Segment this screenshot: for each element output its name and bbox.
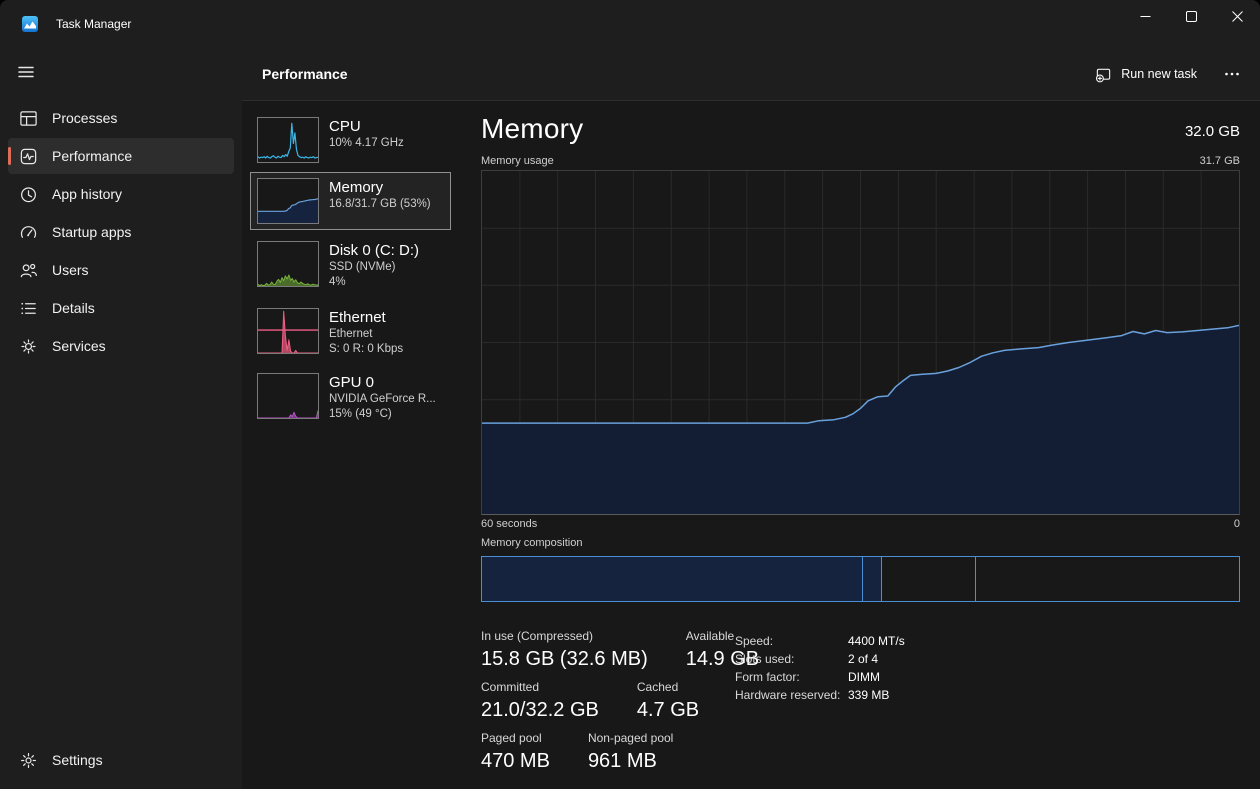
perf-item-ethernet[interactable]: Ethernet Ethernet S: 0 R: 0 Kbps bbox=[257, 308, 403, 357]
stat-cached: Cached 4.7 GB bbox=[636, 680, 700, 721]
header-actions: Run new task bbox=[1084, 48, 1252, 100]
memory-detail-pane: Memory 32.0 GB Memory usage 31.7 GB 60 s… bbox=[481, 101, 1240, 789]
stat-in-use: In use (Compressed) 15.8 GB (32.6 MB) bbox=[481, 629, 648, 670]
sidebar-item-processes[interactable]: Processes bbox=[8, 100, 234, 136]
perf-item-subtitle: NVIDIA GeForce R... bbox=[329, 393, 436, 405]
ellipsis-icon bbox=[1225, 72, 1239, 76]
performance-icon bbox=[18, 146, 38, 166]
perf-item-subtitle: SSD (NVMe) bbox=[329, 261, 396, 273]
page-header: Performance Run new task bbox=[242, 48, 1260, 101]
sidebar-item-services[interactable]: Services bbox=[8, 328, 234, 364]
sidebar-item-label: Settings bbox=[52, 752, 103, 768]
sidebar-item-label: Performance bbox=[52, 148, 133, 164]
users-icon bbox=[18, 260, 38, 280]
composition-segment bbox=[882, 557, 976, 601]
maximize-button[interactable] bbox=[1168, 0, 1214, 32]
cpu-mini-chart bbox=[257, 117, 319, 163]
detail-hardware-reserved: Hardware reserved: 339 MB bbox=[735, 688, 890, 702]
gpu-mini-chart bbox=[257, 373, 319, 419]
perf-item-title: Memory bbox=[329, 179, 384, 196]
perf-item-title: GPU 0 bbox=[329, 374, 375, 391]
perf-item-cpu[interactable]: CPU 10% 4.17 GHz bbox=[257, 117, 404, 163]
memory-stats: In use (Compressed) 15.8 GB (32.6 MB) Av… bbox=[481, 629, 759, 782]
composition-segment bbox=[862, 557, 882, 601]
composition-segment bbox=[976, 557, 1239, 601]
window-title: Task Manager bbox=[56, 17, 132, 31]
perf-item-subtitle: 10% 4.17 GHz bbox=[329, 137, 404, 149]
time-span-label: 60 seconds bbox=[481, 518, 538, 530]
perf-item-title: CPU bbox=[329, 118, 361, 135]
sidebar-item-label: Users bbox=[52, 262, 89, 278]
left-sidebar: Processes Performance App history Startu… bbox=[0, 48, 242, 789]
processes-icon bbox=[18, 108, 38, 128]
composition-segment bbox=[482, 557, 863, 601]
memory-mini-chart bbox=[257, 178, 319, 224]
memory-composition-label: Memory composition bbox=[481, 537, 583, 549]
sidebar-item-settings[interactable]: Settings bbox=[8, 742, 234, 778]
details-icon bbox=[18, 298, 38, 318]
perf-item-title: Disk 0 (C: D:) bbox=[329, 242, 419, 259]
task-manager-window: Task Manager Processes Performance App h… bbox=[0, 0, 1260, 789]
close-button[interactable] bbox=[1214, 0, 1260, 32]
perf-item-subtitle: S: 0 R: 0 Kbps bbox=[329, 343, 404, 355]
window-controls bbox=[1122, 0, 1260, 32]
stat-paged-pool: Paged pool 470 MB bbox=[481, 731, 550, 772]
memory-usage-chart bbox=[481, 170, 1240, 515]
detail-form-factor: Form factor: DIMM bbox=[735, 670, 880, 684]
perf-item-title: Ethernet bbox=[329, 309, 386, 326]
run-new-task-button[interactable]: Run new task bbox=[1084, 59, 1208, 90]
stat-committed: Committed 21.0/32.2 GB bbox=[481, 680, 599, 721]
task-manager-app-icon bbox=[22, 16, 38, 32]
memory-usage-label: Memory usage bbox=[481, 155, 554, 167]
memory-hardware-details: Speed: 4400 MT/s Slots used: 2 of 4 Form… bbox=[735, 632, 905, 704]
perf-item-subtitle: 16.8/31.7 GB (53%) bbox=[329, 198, 431, 210]
sidebar-item-label: Processes bbox=[52, 110, 118, 126]
sidebar-item-details[interactable]: Details bbox=[8, 290, 234, 326]
selected-accent-bar bbox=[8, 147, 11, 165]
perf-item-disk[interactable]: Disk 0 (C: D:) SSD (NVMe) 4% bbox=[257, 241, 419, 290]
run-new-task-icon bbox=[1096, 68, 1111, 82]
run-new-task-label: Run new task bbox=[1121, 67, 1197, 81]
sidebar-item-users[interactable]: Users bbox=[8, 252, 234, 288]
titlebar: Task Manager bbox=[0, 0, 1260, 48]
services-icon bbox=[18, 336, 38, 356]
perf-item-subtitle: 4% bbox=[329, 276, 346, 288]
ethernet-mini-chart bbox=[257, 308, 319, 354]
sidebar-item-label: Services bbox=[52, 338, 106, 354]
time-end-label: 0 bbox=[1233, 518, 1240, 530]
nav-menu-button[interactable] bbox=[16, 62, 36, 82]
memory-title: Memory bbox=[481, 113, 584, 144]
perf-item-gpu[interactable]: GPU 0 NVIDIA GeForce R... 15% (49 °C) bbox=[257, 373, 436, 422]
perf-item-subtitle: Ethernet bbox=[329, 328, 373, 340]
performance-content: CPU 10% 4.17 GHz Memory 16.8/31.7 GB (53… bbox=[242, 101, 1260, 789]
detail-speed: Speed: 4400 MT/s bbox=[735, 634, 905, 648]
memory-composition-bar bbox=[481, 556, 1240, 602]
detail-slots-used: Slots used: 2 of 4 bbox=[735, 652, 879, 666]
page-title: Performance bbox=[262, 66, 348, 82]
sidebar-item-startup-apps[interactable]: Startup apps bbox=[8, 214, 234, 250]
stat-non-paged-pool: Non-paged pool 961 MB bbox=[587, 731, 674, 772]
more-options-button[interactable] bbox=[1212, 59, 1252, 89]
memory-usage-max: 31.7 GB bbox=[1199, 155, 1240, 167]
minimize-button[interactable] bbox=[1122, 0, 1168, 32]
sidebar-item-label: Details bbox=[52, 300, 95, 316]
perf-item-subtitle: 15% (49 °C) bbox=[329, 408, 392, 420]
startup-apps-icon bbox=[18, 222, 38, 242]
sidebar-item-label: Startup apps bbox=[52, 224, 132, 240]
perf-item-memory-selected[interactable]: Memory 16.8/31.7 GB (53%) bbox=[250, 172, 451, 230]
sidebar-item-app-history[interactable]: App history bbox=[8, 176, 234, 212]
sidebar-item-performance[interactable]: Performance bbox=[8, 138, 234, 174]
sidebar-item-label: App history bbox=[52, 186, 123, 202]
app-history-icon bbox=[18, 184, 38, 204]
memory-total: 32.0 GB bbox=[1184, 122, 1240, 140]
disk-mini-chart bbox=[257, 241, 319, 287]
gear-icon bbox=[18, 750, 38, 770]
